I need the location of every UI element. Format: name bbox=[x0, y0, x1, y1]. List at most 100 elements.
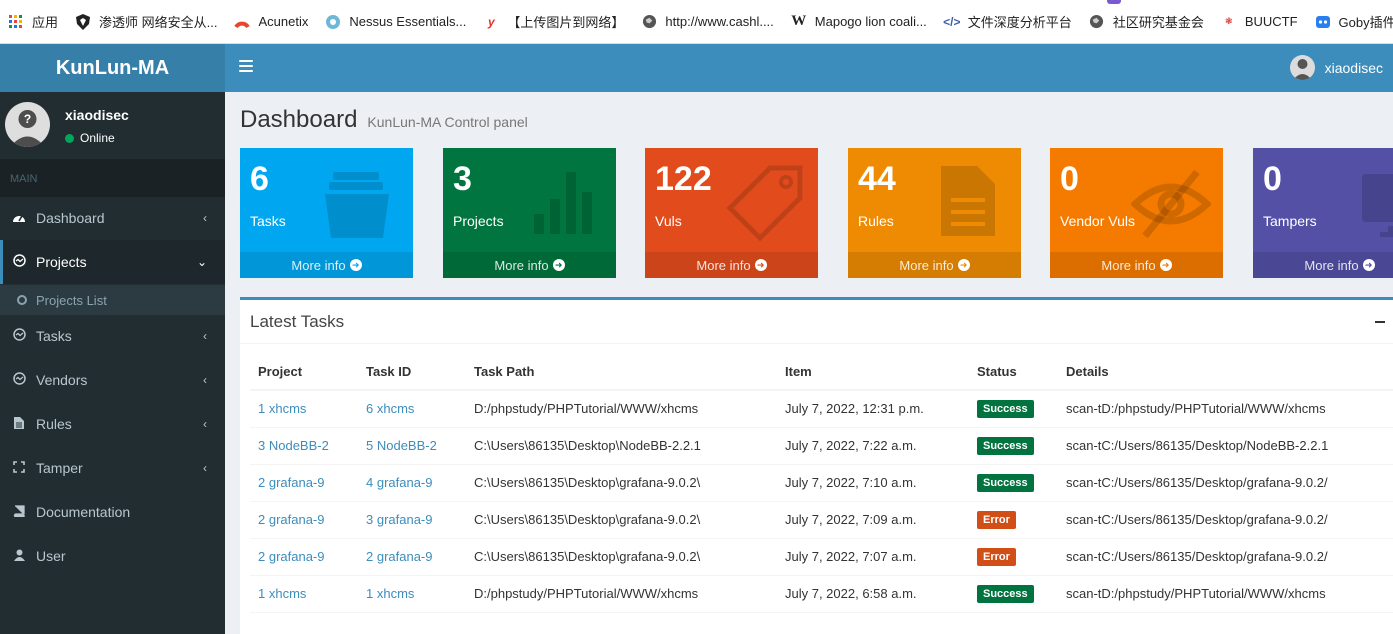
table-row: 3 NodeBB-2 5 NodeBB-2 C:\Users\86135\Deskt… bbox=[250, 427, 1393, 465]
task-id-cell: 6 xhcms bbox=[358, 390, 466, 428]
more-info-link[interactable]: More info ➜ bbox=[240, 252, 413, 278]
sidebar-item-dashboard[interactable]: Dashboard ‹ bbox=[0, 196, 225, 240]
status-badge: Success bbox=[977, 436, 1034, 455]
eye-link-icon: </> bbox=[943, 14, 961, 29]
vendors-icon bbox=[12, 372, 26, 388]
task-path-cell: D:/phpstudy/PHPTutorial/WWW/xhcms bbox=[466, 390, 777, 428]
more-info-link[interactable]: More info ➜ bbox=[1253, 252, 1393, 278]
project-link[interactable]: 2 grafana-9 bbox=[258, 512, 325, 527]
column-header: Task ID bbox=[358, 354, 466, 391]
bookmark-item[interactable]: 渗透师 网络安全从... bbox=[75, 12, 217, 31]
sidebar-item-user[interactable]: User bbox=[0, 534, 225, 578]
task-link[interactable]: 2 grafana-9 bbox=[366, 549, 433, 564]
status-dot-icon bbox=[65, 133, 74, 143]
stat-label: Vendor Vuls bbox=[1060, 213, 1135, 229]
minus-icon[interactable] bbox=[1375, 321, 1385, 323]
sidebar-item-vendors[interactable]: Vendors ‹ bbox=[0, 358, 225, 402]
more-info-link[interactable]: More info ➜ bbox=[645, 252, 818, 278]
bookmark-item[interactable]: Acunetix bbox=[234, 14, 308, 30]
project-link[interactable]: 1 xhcms bbox=[258, 401, 306, 416]
sidebar-item-projects[interactable]: Projects ⌄ bbox=[0, 240, 225, 284]
details-cell: scan-tC:/Users/86135/Desktop/grafana-9.0… bbox=[1058, 538, 1393, 576]
column-header: Project bbox=[250, 354, 358, 391]
navbar-user-menu[interactable]: xiaodisec bbox=[1289, 55, 1383, 80]
bookmark-item[interactable]: ❃ BUUCTF bbox=[1221, 14, 1298, 30]
bookmarks-bar: 应用 渗透师 网络安全从... Acunetix Nessus Essentia… bbox=[0, 0, 1393, 44]
task-path-cell: C:\Users\86135\Desktop\NodeBB-2.2.1 bbox=[466, 427, 777, 465]
sidebar-item-label: Tamper bbox=[36, 460, 83, 476]
brand-logo[interactable]: KunLun-MA bbox=[0, 44, 225, 92]
bookmark-item[interactable]: </> 文件深度分析平台 bbox=[943, 12, 1072, 31]
project-cell: 2 grafana-9 bbox=[250, 464, 358, 502]
inbox-icon bbox=[325, 172, 389, 238]
sidebar-item-label: Rules bbox=[36, 416, 72, 432]
stat-value: 0 bbox=[1060, 160, 1079, 198]
stat-value: 122 bbox=[655, 160, 712, 198]
bookmark-label: Goby插件开发教程... bbox=[1338, 15, 1393, 30]
task-id-cell: 4 grafana-9 bbox=[358, 464, 466, 502]
task-link[interactable]: 1 xhcms bbox=[366, 586, 414, 601]
sidebar-item-label: Vendors bbox=[36, 372, 88, 388]
more-info-link[interactable]: More info ➜ bbox=[1050, 252, 1223, 278]
project-link[interactable]: 3 NodeBB-2 bbox=[258, 438, 329, 453]
project-cell: 1 xhcms bbox=[250, 390, 358, 428]
sidebar-toggle-icon[interactable] bbox=[239, 60, 253, 74]
bookmark-item[interactable]: Nessus Essentials... bbox=[325, 14, 466, 30]
project-link[interactable]: 1 xhcms bbox=[258, 586, 306, 601]
sidebar-item-tasks[interactable]: Tasks ‹ bbox=[0, 314, 225, 358]
stat-value: 0 bbox=[1263, 160, 1282, 198]
sidebar-item-rules[interactable]: Rules ‹ bbox=[0, 402, 225, 446]
chevron-left-icon: ‹ bbox=[203, 461, 207, 475]
column-header: Status bbox=[969, 354, 1058, 391]
column-header: Task Path bbox=[466, 354, 777, 391]
project-link[interactable]: 2 grafana-9 bbox=[258, 475, 325, 490]
document-icon bbox=[941, 166, 995, 236]
details-cell: scan-tD:/phpstudy/PHPTutorial/WWW/xhcms bbox=[1058, 390, 1393, 428]
project-link[interactable]: 2 grafana-9 bbox=[258, 549, 325, 564]
bookmark-item[interactable]: y 【上传图片到网络】 bbox=[483, 12, 624, 31]
page-title: Dashboard bbox=[240, 106, 358, 133]
more-info-link[interactable]: More info ➜ bbox=[443, 252, 616, 278]
task-path-cell: C:\Users\86135\Desktop\grafana-9.0.2\ bbox=[466, 538, 777, 576]
task-link[interactable]: 6 xhcms bbox=[366, 401, 414, 416]
chevron-left-icon: ‹ bbox=[203, 329, 207, 343]
item-cell: July 7, 2022, 7:22 a.m. bbox=[777, 427, 969, 465]
bookmark-item[interactable]: Goby插件开发教程... bbox=[1315, 12, 1393, 31]
y-logo-icon: y bbox=[488, 14, 495, 29]
bookmark-label: Nessus Essentials... bbox=[349, 14, 467, 29]
bookmark-item[interactable]: http://www.cashl.... bbox=[641, 14, 774, 30]
sidebar-subitem-projects-list[interactable]: Projects List bbox=[0, 285, 225, 315]
status-cell: Error bbox=[969, 538, 1058, 576]
bookmark-label: 渗透师 网络安全从... bbox=[99, 15, 218, 30]
arrow-circle-right-icon: ➜ bbox=[1159, 259, 1172, 271]
panel-title: Latest Tasks bbox=[250, 311, 345, 331]
apps-grid-icon bbox=[8, 14, 24, 30]
stat-label: Tasks bbox=[250, 213, 286, 229]
task-id-cell: 1 xhcms bbox=[358, 575, 466, 613]
bookmark-apps[interactable]: 应用 bbox=[8, 12, 58, 31]
sidebar-item-label: Documentation bbox=[36, 504, 131, 520]
goby-icon bbox=[1315, 14, 1331, 30]
task-link[interactable]: 5 NodeBB-2 bbox=[366, 438, 437, 453]
task-link[interactable]: 4 grafana-9 bbox=[366, 475, 433, 490]
sidebar-item-documentation[interactable]: Documentation bbox=[0, 490, 225, 534]
task-path-cell: C:\Users\86135\Desktop\grafana-9.0.2\ bbox=[466, 464, 777, 502]
task-path-cell: C:\Users\86135\Desktop\grafana-9.0.2\ bbox=[466, 501, 777, 539]
sidebar-item-label: Tasks bbox=[36, 328, 72, 344]
bookmark-label: 文件深度分析平台 bbox=[967, 15, 1072, 30]
sidebar-item-label: Projects bbox=[36, 254, 87, 270]
bookmark-item[interactable]: W Mapogo lion coali... bbox=[791, 13, 927, 30]
more-info-label: More info bbox=[899, 257, 954, 273]
bookmark-item[interactable]: 社区研究基金会 bbox=[1089, 12, 1204, 31]
svg-text:?: ? bbox=[24, 112, 31, 126]
arrow-circle-right-icon: ➜ bbox=[552, 259, 565, 271]
sidebar-item-tamper[interactable]: Tamper ‹ bbox=[0, 446, 225, 490]
more-info-link[interactable]: More info ➜ bbox=[848, 252, 1021, 278]
task-link[interactable]: 3 grafana-9 bbox=[366, 512, 433, 527]
table-row: 2 grafana-9 4 grafana-9 C:\Users\86135\Des… bbox=[250, 464, 1393, 502]
globe-icon bbox=[641, 14, 657, 30]
table-row: 1 xhcms 1 xhcms D:/phpstudy/PHPTutorial/WW… bbox=[250, 575, 1393, 613]
status-badge: Success bbox=[977, 399, 1034, 418]
page-subtitle: KunLun-MA Control panel bbox=[367, 114, 528, 130]
status-cell: Success bbox=[969, 575, 1058, 613]
